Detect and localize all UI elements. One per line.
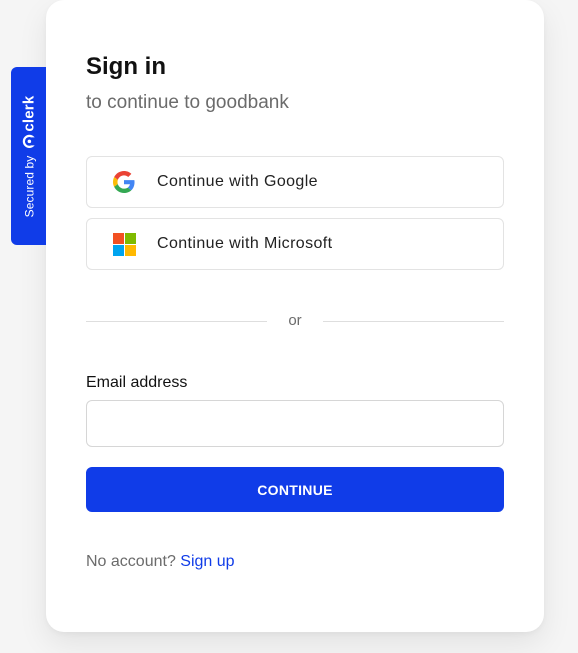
google-icon: [112, 170, 136, 194]
page-subtitle: to continue to goodbank: [86, 92, 289, 113]
sign-up-prompt: No account? Sign up: [86, 553, 235, 571]
google-button-label: Continue with Google: [157, 173, 318, 190]
secured-by-clerk-badge[interactable]: Secured by clerk: [11, 67, 46, 245]
clerk-logo-icon: [21, 134, 36, 148]
page: Secured by clerk Sign in to continue to …: [0, 0, 578, 653]
clerk-brand: clerk: [20, 95, 37, 148]
sign-up-link[interactable]: Sign up: [180, 553, 234, 570]
microsoft-button-label: Continue with Microsoft: [157, 235, 333, 252]
divider-line-right: [323, 321, 504, 322]
continue-with-google-button[interactable]: Continue with Google: [86, 156, 504, 208]
no-account-text: No account?: [86, 553, 176, 570]
clerk-wordmark: clerk: [20, 95, 37, 132]
email-address-input[interactable]: [86, 400, 504, 447]
continue-button[interactable]: CONTINUE: [86, 467, 504, 512]
secured-by-label: Secured by: [21, 155, 36, 217]
microsoft-icon: [112, 232, 136, 256]
badge-content: Secured by clerk: [20, 95, 37, 217]
continue-with-microsoft-button[interactable]: Continue with Microsoft: [86, 218, 504, 270]
page-title: Sign in: [86, 53, 166, 80]
divider-line-left: [86, 321, 267, 322]
email-address-label: Email address: [86, 374, 188, 391]
divider-or-text: or: [288, 312, 302, 329]
